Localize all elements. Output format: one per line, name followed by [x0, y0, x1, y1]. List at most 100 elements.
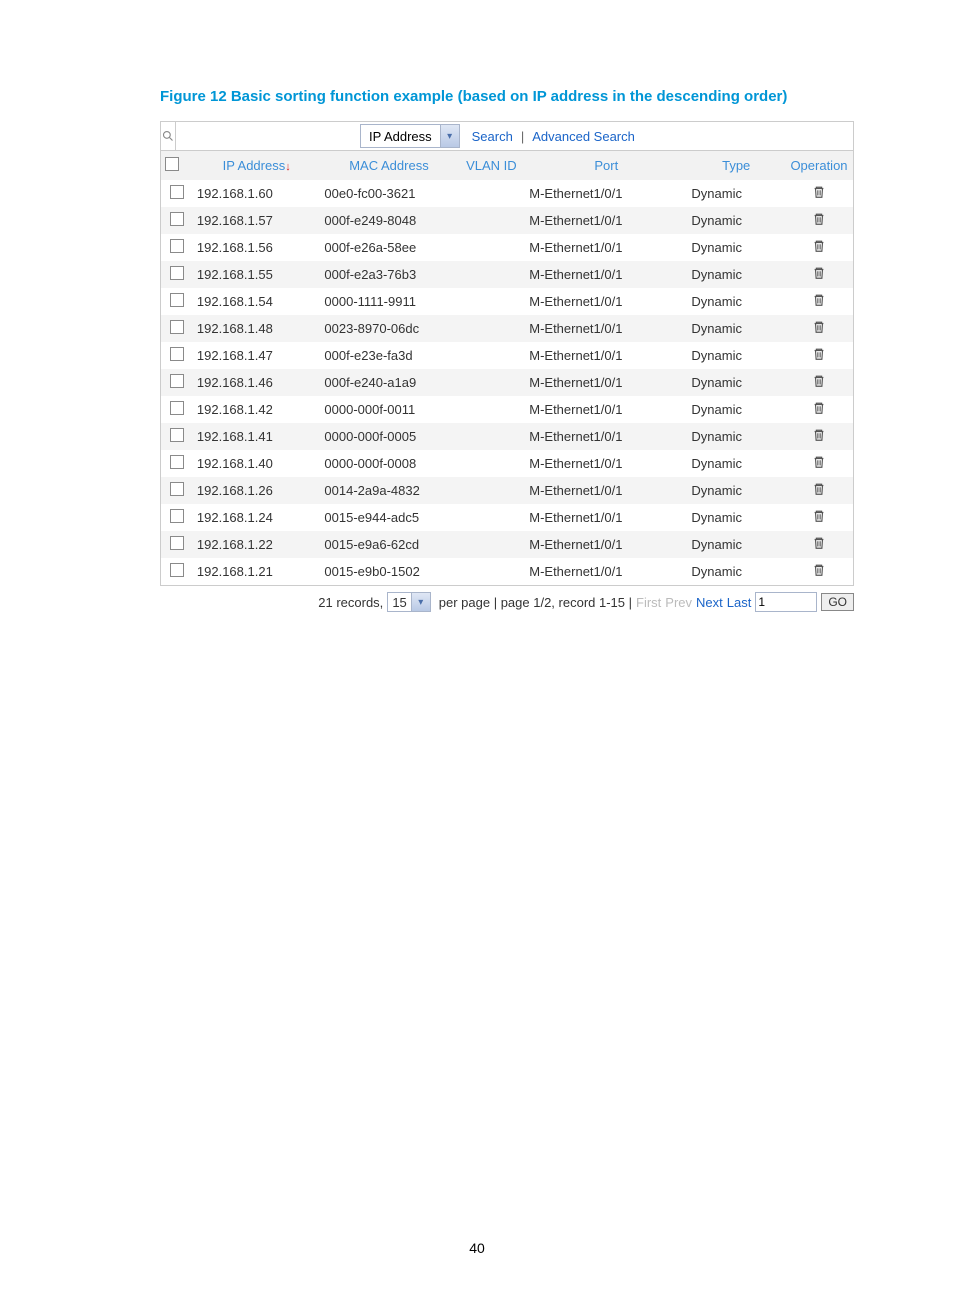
delete-icon[interactable]: [812, 376, 826, 391]
cell-ip: 192.168.1.55: [193, 261, 321, 288]
cell-mac: 0015-e9b0-1502: [320, 558, 457, 585]
cell-vlan: [458, 261, 526, 288]
cell-vlan: [458, 315, 526, 342]
delete-icon[interactable]: [812, 187, 826, 202]
header-port[interactable]: Port: [525, 151, 687, 180]
delete-icon[interactable]: [812, 403, 826, 418]
header-mac[interactable]: MAC Address: [320, 151, 457, 180]
cell-mac: 000f-e240-a1a9: [320, 369, 457, 396]
row-checkbox[interactable]: [170, 374, 184, 388]
per-page-select[interactable]: 15 ▾: [387, 592, 430, 612]
cell-vlan: [458, 207, 526, 234]
cell-ip: 192.168.1.60: [193, 180, 321, 207]
delete-icon[interactable]: [812, 268, 826, 283]
cell-ip: 192.168.1.48: [193, 315, 321, 342]
advanced-search-link[interactable]: Advanced Search: [524, 129, 643, 144]
cell-mac: 00e0-fc00-3621: [320, 180, 457, 207]
cell-ip: 192.168.1.56: [193, 234, 321, 261]
delete-icon[interactable]: [812, 322, 826, 337]
cell-vlan: [458, 369, 526, 396]
row-checkbox[interactable]: [170, 293, 184, 307]
delete-icon[interactable]: [812, 484, 826, 499]
search-field-select[interactable]: IP Address ▾: [360, 124, 460, 148]
cell-type: Dynamic: [687, 423, 785, 450]
cell-port: M-Ethernet1/0/1: [525, 180, 687, 207]
cell-type: Dynamic: [687, 207, 785, 234]
cell-ip: 192.168.1.46: [193, 369, 321, 396]
cell-mac: 0015-e9a6-62cd: [320, 531, 457, 558]
row-checkbox[interactable]: [170, 482, 184, 496]
last-page-link[interactable]: Last: [727, 595, 752, 610]
search-input[interactable]: [176, 122, 360, 150]
row-checkbox[interactable]: [170, 239, 184, 253]
header-vlan[interactable]: VLAN ID: [458, 151, 526, 180]
cell-port: M-Ethernet1/0/1: [525, 261, 687, 288]
header-ip[interactable]: IP Address↓: [193, 151, 321, 180]
cell-type: Dynamic: [687, 531, 785, 558]
table-row: 192.168.1.47000f-e23e-fa3dM-Ethernet1/0/…: [161, 342, 853, 369]
per-page-value: 15: [388, 595, 410, 610]
table-row: 192.168.1.240015-e944-adc5M-Ethernet1/0/…: [161, 504, 853, 531]
next-page-link[interactable]: Next: [696, 595, 723, 610]
cell-vlan: [458, 504, 526, 531]
table-row: 192.168.1.210015-e9b0-1502M-Ethernet1/0/…: [161, 558, 853, 585]
page-input[interactable]: [755, 592, 817, 612]
row-checkbox[interactable]: [170, 536, 184, 550]
header-type[interactable]: Type: [687, 151, 785, 180]
row-checkbox[interactable]: [170, 428, 184, 442]
page-number: 40: [0, 1240, 954, 1256]
search-bar: IP Address ▾ Search | Advanced Search: [161, 122, 853, 151]
table-row: 192.168.1.400000-000f-0008M-Ethernet1/0/…: [161, 450, 853, 477]
row-checkbox[interactable]: [170, 509, 184, 523]
cell-vlan: [458, 558, 526, 585]
row-checkbox[interactable]: [170, 185, 184, 199]
table-row: 192.168.1.220015-e9a6-62cdM-Ethernet1/0/…: [161, 531, 853, 558]
cell-vlan: [458, 423, 526, 450]
cell-port: M-Ethernet1/0/1: [525, 504, 687, 531]
cell-mac: 000f-e23e-fa3d: [320, 342, 457, 369]
row-checkbox[interactable]: [170, 320, 184, 334]
delete-icon[interactable]: [812, 214, 826, 229]
delete-icon[interactable]: [812, 538, 826, 553]
go-button[interactable]: GO: [821, 593, 854, 611]
cell-ip: 192.168.1.26: [193, 477, 321, 504]
cell-type: Dynamic: [687, 450, 785, 477]
row-checkbox[interactable]: [170, 455, 184, 469]
delete-icon[interactable]: [812, 349, 826, 364]
row-checkbox[interactable]: [170, 563, 184, 577]
cell-mac: 0023-8970-06dc: [320, 315, 457, 342]
cell-mac: 000f-e2a3-76b3: [320, 261, 457, 288]
delete-icon[interactable]: [812, 511, 826, 526]
delete-icon[interactable]: [812, 565, 826, 580]
sort-desc-icon: ↓: [285, 161, 291, 173]
row-checkbox[interactable]: [170, 212, 184, 226]
search-button[interactable]: Search: [464, 129, 521, 144]
select-all-checkbox[interactable]: [165, 157, 179, 171]
cell-mac: 0014-2a9a-4832: [320, 477, 457, 504]
delete-icon[interactable]: [812, 457, 826, 472]
cell-port: M-Ethernet1/0/1: [525, 450, 687, 477]
search-icon: [161, 122, 176, 150]
row-checkbox[interactable]: [170, 347, 184, 361]
delete-icon[interactable]: [812, 295, 826, 310]
cell-ip: 192.168.1.40: [193, 450, 321, 477]
cell-port: M-Ethernet1/0/1: [525, 234, 687, 261]
cell-ip: 192.168.1.57: [193, 207, 321, 234]
cell-port: M-Ethernet1/0/1: [525, 531, 687, 558]
cell-vlan: [458, 396, 526, 423]
cell-mac: 0000-000f-0011: [320, 396, 457, 423]
row-checkbox[interactable]: [170, 266, 184, 280]
cell-port: M-Ethernet1/0/1: [525, 396, 687, 423]
row-checkbox[interactable]: [170, 401, 184, 415]
cell-mac: 0000-1111-9911: [320, 288, 457, 315]
cell-type: Dynamic: [687, 369, 785, 396]
cell-type: Dynamic: [687, 288, 785, 315]
records-count: 21 records,: [318, 595, 383, 610]
delete-icon[interactable]: [812, 241, 826, 256]
table-row: 192.168.1.6000e0-fc00-3621 M-Ethernet1/0/…: [161, 180, 853, 207]
chevron-down-icon: ▾: [440, 125, 459, 147]
cell-type: Dynamic: [687, 477, 785, 504]
cell-vlan: [458, 288, 526, 315]
table-row: 192.168.1.420000-000f-0011M-Ethernet1/0/…: [161, 396, 853, 423]
delete-icon[interactable]: [812, 430, 826, 445]
